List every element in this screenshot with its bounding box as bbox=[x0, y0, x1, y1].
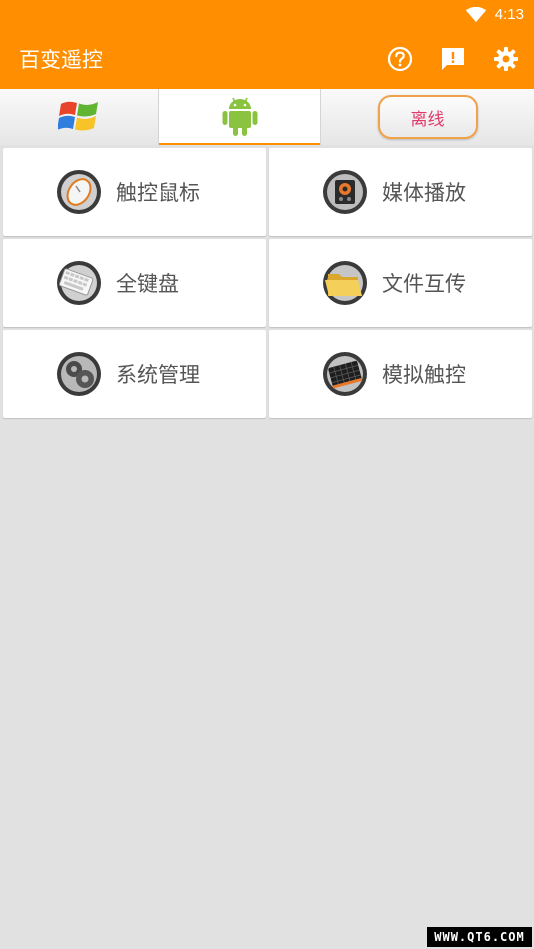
watermark: WWW.QT6.COM bbox=[427, 927, 532, 947]
menu-item-touch-simulation[interactable]: 模拟触控 bbox=[269, 330, 532, 418]
menu-item-media-player[interactable]: 媒体播放 bbox=[269, 148, 532, 236]
settings-button[interactable] bbox=[492, 45, 520, 73]
menu-item-touch-mouse[interactable]: 触控鼠标 bbox=[3, 148, 266, 236]
feedback-icon bbox=[442, 48, 464, 70]
status-bar: 4:13 bbox=[0, 0, 534, 29]
mouse-icon bbox=[57, 170, 101, 214]
tab-windows[interactable] bbox=[0, 89, 159, 145]
menu-grid: 触控鼠标 媒体播放 全键盘 文件互传 系统管理 模拟触控 bbox=[3, 148, 532, 418]
tab-bar: 离线 bbox=[0, 89, 534, 145]
settings-icon bbox=[494, 47, 518, 71]
help-icon bbox=[387, 46, 413, 72]
app-title: 百变遥控 bbox=[19, 48, 103, 72]
help-button[interactable] bbox=[386, 45, 414, 73]
tab-android[interactable] bbox=[159, 89, 320, 145]
gears-icon bbox=[57, 352, 101, 396]
windows-logo-icon bbox=[58, 101, 98, 131]
menu-item-file-transfer[interactable]: 文件互传 bbox=[269, 239, 532, 327]
menu-item-label: 媒体播放 bbox=[382, 181, 466, 205]
menu-item-label: 系统管理 bbox=[116, 363, 200, 387]
tab-connection-status: 离线 bbox=[320, 89, 534, 145]
keyboard-icon bbox=[57, 261, 101, 305]
menu-item-label: 触控鼠标 bbox=[116, 181, 200, 205]
media-player-icon bbox=[323, 170, 367, 214]
offline-button[interactable]: 离线 bbox=[377, 95, 478, 139]
status-time: 4:13 bbox=[494, 6, 524, 23]
app-bar: 百变遥控 bbox=[0, 29, 534, 89]
wifi-icon bbox=[465, 6, 487, 22]
touchpad-icon bbox=[323, 352, 367, 396]
feedback-button[interactable] bbox=[439, 45, 467, 73]
menu-item-label: 全键盘 bbox=[116, 272, 179, 296]
menu-item-label: 文件互传 bbox=[382, 272, 466, 296]
menu-item-keyboard[interactable]: 全键盘 bbox=[3, 239, 266, 327]
android-robot-icon bbox=[222, 97, 257, 136]
menu-item-label: 模拟触控 bbox=[382, 363, 466, 387]
folder-icon bbox=[323, 261, 367, 305]
menu-item-system-management[interactable]: 系统管理 bbox=[3, 330, 266, 418]
